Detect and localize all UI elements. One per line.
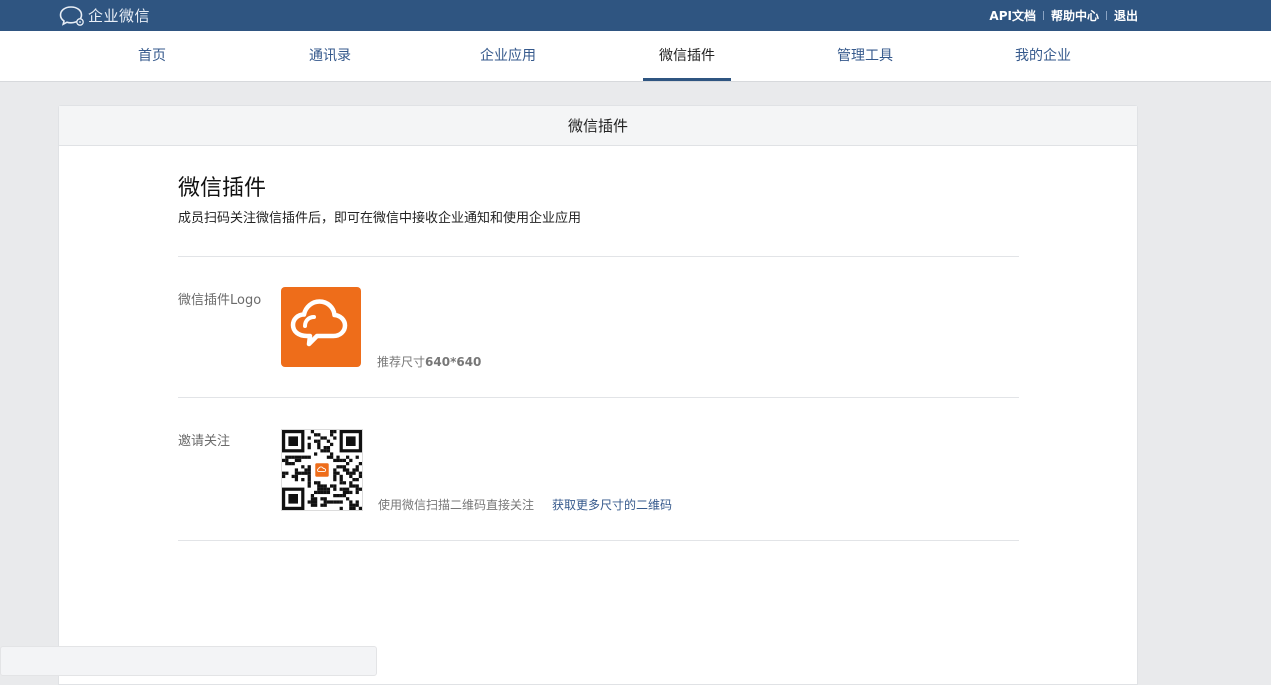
- divider: [178, 540, 1019, 541]
- divider: [178, 397, 1019, 398]
- main-nav: 首页 通讯录 企业应用 微信插件 管理工具 我的企业: [0, 31, 1271, 82]
- nav-tab-management-tools[interactable]: 管理工具: [800, 31, 930, 81]
- top-bar: 企业微信 API文档 帮助中心 退出: [0, 0, 1271, 31]
- plugin-card: 微信插件 微信插件 成员扫码关注微信插件后，即可在微信中接收企业通知和使用企业应…: [58, 105, 1138, 685]
- divider: [1042, 11, 1044, 20]
- qr-scan-hint: 使用微信扫描二维码直接关注: [378, 498, 535, 512]
- plugin-logo[interactable]: [281, 287, 361, 367]
- bottom-panel: [0, 646, 377, 676]
- nav-tab-apps[interactable]: 企业应用: [443, 31, 573, 81]
- logo-row: 微信插件Logo 推荐尺寸640*640: [178, 287, 1019, 428]
- help-center-link[interactable]: 帮助中心: [1051, 7, 1099, 24]
- invite-row: 邀请关注 使用微信扫描二维码直接关注 获取更多尺寸的二维码: [178, 429, 1019, 541]
- brand-name: 企业微信: [88, 7, 151, 25]
- logo-size-hint: 推荐尺寸640*640: [377, 353, 481, 370]
- logo-row-label: 微信插件Logo: [178, 293, 262, 308]
- cloud-chat-icon: [290, 299, 348, 347]
- nav-tab-home[interactable]: 首页: [87, 31, 217, 81]
- logo-size-value: 640*640: [425, 355, 482, 369]
- divider: [178, 256, 1019, 257]
- divider: [1105, 11, 1107, 20]
- nav-tab-contacts[interactable]: 通讯录: [265, 31, 395, 81]
- page-title: 微信插件: [178, 176, 267, 201]
- card-header: 微信插件: [59, 106, 1137, 146]
- wechat-work-logo-icon: [59, 5, 84, 26]
- invite-row-label: 邀请关注: [178, 434, 231, 449]
- logo-size-hint-text: 推荐尺寸: [377, 355, 426, 369]
- nav-tab-my-company[interactable]: 我的企业: [978, 31, 1108, 81]
- page-description: 成员扫码关注微信插件后，即可在微信中接收企业通知和使用企业应用: [178, 211, 582, 226]
- logout-link[interactable]: 退出: [1114, 7, 1138, 24]
- more-qr-sizes-link[interactable]: 获取更多尺寸的二维码: [552, 496, 672, 513]
- card-content: 微信插件 成员扫码关注微信插件后，即可在微信中接收企业通知和使用企业应用 微信插…: [178, 147, 1019, 541]
- top-links: API文档 帮助中心 退出: [989, 0, 1138, 31]
- api-docs-link[interactable]: API文档: [989, 7, 1036, 24]
- qr-code[interactable]: [281, 429, 363, 511]
- nav-tab-wechat-plugin[interactable]: 微信插件: [622, 31, 752, 81]
- active-tab-indicator: [643, 78, 731, 81]
- qr-code-icon: [282, 430, 363, 511]
- brand[interactable]: 企业微信: [59, 0, 150, 31]
